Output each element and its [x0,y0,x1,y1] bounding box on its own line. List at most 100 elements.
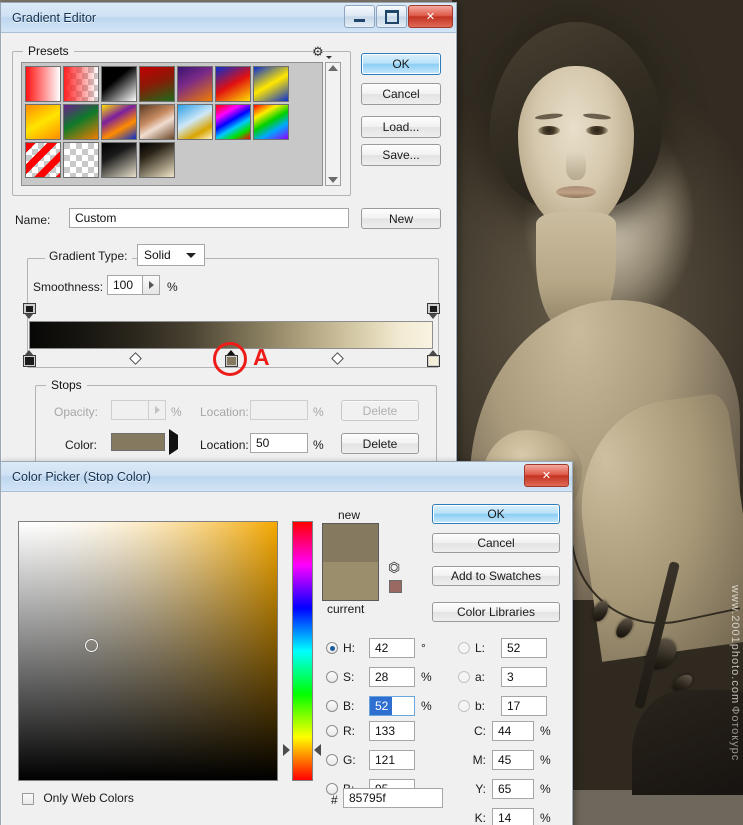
preset-swatch[interactable] [253,104,289,140]
current-color-swatch[interactable] [323,562,378,600]
color-location-input[interactable] [250,433,308,453]
field-label: L: [475,641,486,655]
field-input-r[interactable] [369,721,415,741]
ok-button[interactable]: OK [361,53,441,75]
scroll-up-icon[interactable] [328,65,338,71]
color-picker-window-controls: ✕ [523,464,569,487]
smoothness-stepper[interactable] [143,275,160,295]
opacity-stop[interactable] [426,303,440,320]
minimize-button[interactable] [344,5,375,28]
radio-l[interactable] [458,642,470,654]
color-delete-button[interactable]: Delete [341,433,419,454]
opacity-location-input[interactable] [250,400,308,420]
new-button[interactable]: New [361,208,441,229]
color-stop[interactable] [426,350,440,367]
add-to-swatches-button[interactable]: Add to Swatches [432,566,560,586]
new-current-color-preview[interactable] [322,523,379,601]
color-picker-cancel-button[interactable]: Cancel [432,533,560,553]
gear-icon[interactable]: ⚙ [312,45,332,59]
window-controls: ✕ [343,5,453,28]
color-cursor-ring[interactable] [84,639,98,653]
field-input-a[interactable] [501,667,547,687]
color-libraries-button[interactable]: Color Libraries [432,602,560,622]
color-value-row: R: [326,721,415,741]
opacity-location-label: Location: [200,405,249,419]
presets-legend: Presets [23,44,74,58]
preset-swatch[interactable] [177,104,213,140]
out-of-gamut-swatch[interactable] [389,580,402,593]
hue-slider[interactable] [292,521,313,781]
radio-r[interactable] [326,725,338,737]
radio-s[interactable] [326,671,338,683]
color-location-label: Location: [200,438,249,452]
preset-swatch[interactable] [253,66,289,102]
field-unit: % [540,782,551,796]
color-picker-ok-button[interactable]: OK [432,504,560,524]
only-web-colors-checkbox[interactable] [22,792,34,805]
field-input-c[interactable] [492,721,534,741]
field-label: M: [472,753,486,767]
hex-input[interactable] [343,788,443,808]
new-color-label: new [338,508,361,522]
radio-h[interactable] [326,642,338,654]
presets-scrollbar[interactable] [325,62,341,186]
out-of-gamut-warning-icon[interactable]: ⏣ [388,560,403,575]
field-input-m[interactable] [492,750,534,770]
preset-swatch[interactable] [101,104,137,140]
radio-a[interactable] [458,671,470,683]
field-label: S: [343,670,355,684]
opacity-stop[interactable] [22,303,36,320]
preset-swatch[interactable] [215,66,251,102]
opacity-stepper[interactable] [149,400,166,420]
color-dropdown-icon[interactable] [169,429,178,455]
preset-swatch[interactable] [25,142,61,178]
preset-swatch[interactable] [139,66,175,102]
field-input-b[interactable] [501,696,547,716]
preset-swatch[interactable] [63,66,99,102]
preset-swatch[interactable] [101,142,137,178]
scroll-down-icon[interactable] [328,177,338,183]
radio-g[interactable] [326,754,338,766]
preset-swatch[interactable] [139,104,175,140]
smoothness-input[interactable] [107,275,143,295]
field-input-g[interactable] [369,750,415,770]
color-value-row: L: [458,638,547,658]
gradient-type-select[interactable]: Solid [137,244,205,266]
preset-swatch[interactable] [215,104,251,140]
load-button[interactable]: Load... [361,116,441,138]
preset-swatch[interactable] [177,66,213,102]
preset-swatch-panel[interactable] [21,62,323,186]
radio-b[interactable] [458,700,470,712]
color-stop[interactable] [22,350,36,367]
cancel-button[interactable]: Cancel [361,83,441,105]
photo-eye-right [586,126,608,135]
close-button[interactable]: ✕ [408,5,453,28]
opacity-input[interactable] [111,400,149,420]
field-input-b[interactable] [369,696,415,716]
opacity-unit: % [171,405,182,419]
field-input-k[interactable] [492,808,534,825]
preset-swatch[interactable] [101,66,137,102]
preset-swatch[interactable] [25,66,61,102]
only-web-colors-row[interactable]: Only Web Colors [22,791,134,805]
save-button[interactable]: Save... [361,144,441,166]
field-input-l[interactable] [501,638,547,658]
field-input-y[interactable] [492,779,534,799]
maximize-button[interactable] [376,5,407,28]
preset-swatch[interactable] [63,104,99,140]
color-picker-close-button[interactable]: ✕ [524,464,569,487]
saturation-brightness-field[interactable] [18,521,278,781]
photo-face [518,66,634,231]
radio-b[interactable] [326,700,338,712]
color-value-row: M:% [466,750,551,770]
stop-color-swatch[interactable] [111,433,165,451]
opacity-delete-button[interactable]: Delete [341,400,419,421]
field-input-s[interactable] [369,667,415,687]
field-input-h[interactable] [369,638,415,658]
gradient-name-input[interactable] [69,208,349,228]
color-value-row: b: [458,696,547,716]
preset-swatch[interactable] [63,142,99,178]
new-color-swatch[interactable] [323,524,378,562]
preset-swatch[interactable] [25,104,61,140]
preset-swatch[interactable] [139,142,175,178]
